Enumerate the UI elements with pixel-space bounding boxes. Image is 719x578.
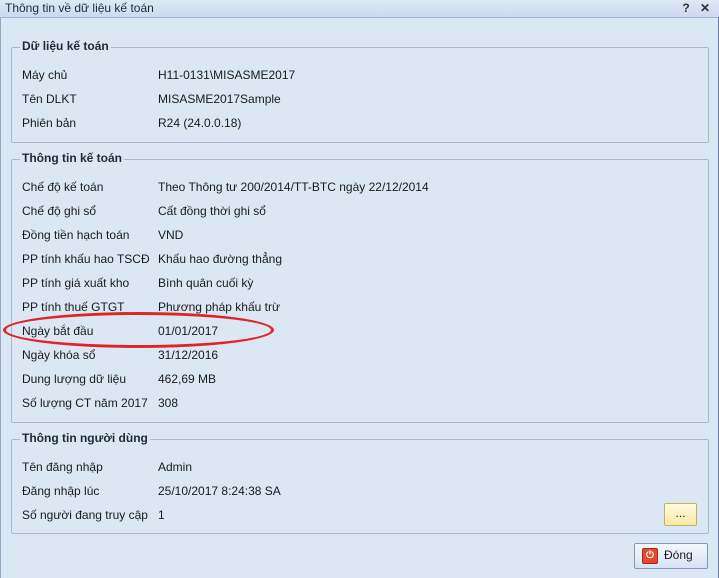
group-accounting-data: Dữ liệu kế toán Máy chủ H11-0131\MISASME… <box>11 39 709 143</box>
group-title: Thông tin kế toán <box>20 151 124 165</box>
label: Số lượng CT năm 2017 <box>22 396 148 410</box>
value: Theo Thông tư 200/2014/TT-BTC ngày 22/12… <box>158 180 429 194</box>
label: Chế độ kế toán <box>22 180 104 194</box>
label: Đồng tiền hạch toán <box>22 228 130 242</box>
label: PP tính khấu hao TSCĐ <box>22 252 150 266</box>
value: 01/01/2017 <box>158 324 219 338</box>
value: H11-0131\MISASME2017 <box>158 68 296 82</box>
label: Tên đăng nhập <box>22 460 103 474</box>
group-user-info: Thông tin người dùng Tên đăng nhập Admin… <box>11 431 709 534</box>
label: Dung lượng dữ liệu <box>22 372 126 386</box>
label: Đăng nhập lúc <box>22 484 100 498</box>
group-title: Thông tin người dùng <box>20 431 150 445</box>
value: 31/12/2016 <box>158 348 219 362</box>
value: VND <box>158 228 184 242</box>
value: 25/10/2017 8:24:38 SA <box>158 484 281 498</box>
close-window-button[interactable]: ✕ <box>697 0 713 16</box>
group-title: Dữ liệu kế toán <box>20 39 111 53</box>
value: Cất đồng thời ghi sổ <box>158 204 266 218</box>
label: Máy chủ <box>22 68 68 82</box>
value: 308 <box>158 396 179 410</box>
label: Ngày bắt đầu <box>22 324 94 338</box>
label: Ngày khóa sổ <box>22 348 96 362</box>
close-button[interactable]: ⏻ Đóng <box>634 543 708 569</box>
window-title: Thông tin về dữ liệu kế toán <box>5 1 154 15</box>
value: R24 (24.0.0.18) <box>158 116 242 130</box>
value: 462,69 MB <box>158 372 217 386</box>
label: Phiên bản <box>22 116 77 130</box>
value: Phương pháp khấu trừ <box>158 300 281 314</box>
label: Chế độ ghi sổ <box>22 204 97 218</box>
value: Admin <box>158 460 193 474</box>
value: MISASME2017Sample <box>158 92 281 106</box>
label: Số người đang truy cập <box>22 508 148 522</box>
power-icon: ⏻ <box>642 548 658 564</box>
value: 1 <box>158 508 165 522</box>
value: Khấu hao đường thẳng <box>158 252 283 266</box>
title-bar: Thông tin về dữ liệu kế toán ? ✕ <box>0 0 719 18</box>
close-button-label: Đóng <box>664 548 693 562</box>
label: Tên DLKT <box>22 92 77 106</box>
value: Bình quân cuối kỳ <box>158 276 254 290</box>
label: PP tính giá xuất kho <box>22 276 130 290</box>
group-accounting-info: Thông tin kế toán Chế độ kế toán Theo Th… <box>11 151 709 423</box>
label: PP tính thuế GTGT <box>22 300 125 314</box>
help-button[interactable]: ? <box>678 0 694 16</box>
view-users-button[interactable]: ... <box>664 503 697 526</box>
